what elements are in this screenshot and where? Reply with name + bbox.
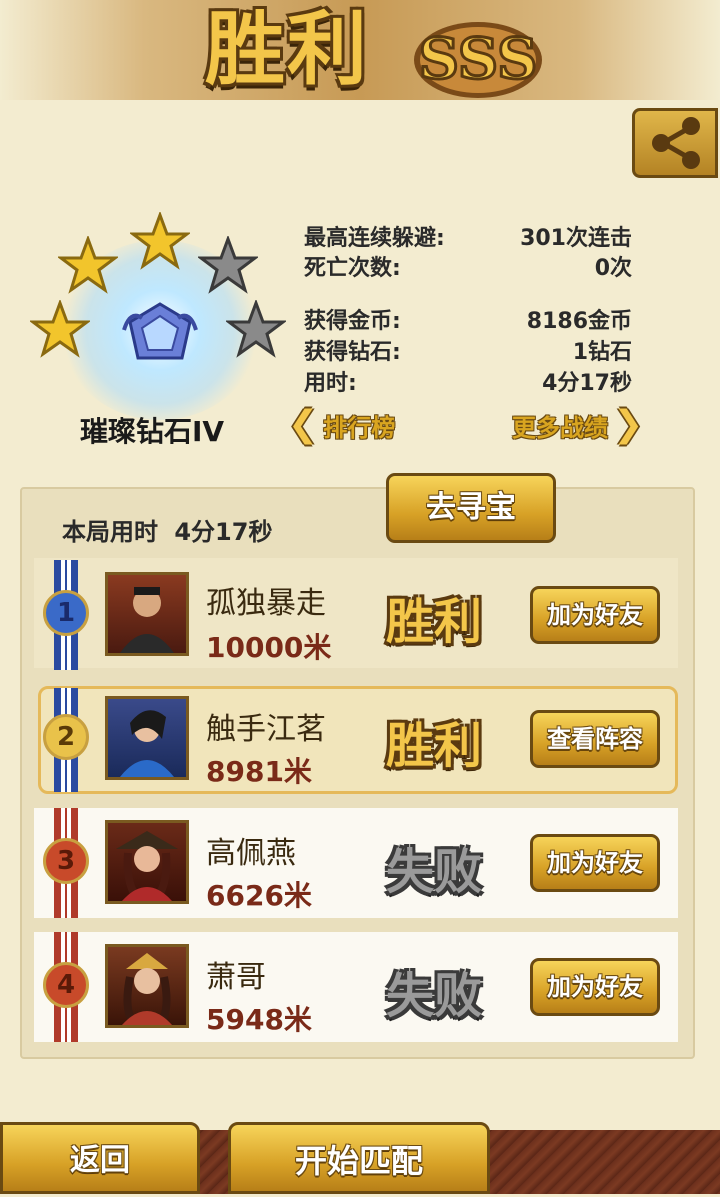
- view-lineup-button[interactable]: 查看阵容: [530, 710, 660, 768]
- match-duration: 本局用时 4分17秒: [62, 512, 272, 547]
- player-distance: 8981米: [206, 755, 312, 788]
- player-avatar[interactable]: [105, 696, 189, 780]
- grade-badge-text: SSS: [419, 26, 538, 92]
- stat-label: 最高连续躲避:: [304, 226, 445, 251]
- chevron-right-icon: ❯: [613, 404, 644, 445]
- player-name: 触手江茗: [206, 712, 326, 747]
- avatar-portrait-icon: [122, 953, 172, 1025]
- result-lose: 失败: [386, 968, 483, 1024]
- star-filled-icon: [130, 212, 190, 270]
- player-avatar[interactable]: [105, 572, 189, 656]
- duration-value: 4分17秒: [174, 518, 273, 546]
- star-filled-icon: [30, 300, 90, 358]
- avatar-portrait-icon: [120, 587, 174, 653]
- player-distance: 5948米: [206, 1003, 312, 1036]
- diamond-rank-icon: [122, 302, 198, 360]
- star-empty-icon: [226, 300, 286, 358]
- leaderboard-label: 排行榜: [323, 414, 396, 442]
- share-icon: [652, 117, 700, 169]
- result-lose: 失败: [386, 844, 483, 900]
- more-records-label: 更多战绩: [512, 414, 608, 442]
- rank-medal: 1: [43, 590, 89, 636]
- result-win: 胜利: [386, 718, 483, 774]
- add-friend-button[interactable]: 加为好友: [530, 834, 660, 892]
- player-name: 高佩燕: [206, 836, 296, 871]
- star-empty-icon: [198, 236, 258, 294]
- stat-label: 死亡次数:: [304, 256, 401, 281]
- player-avatar[interactable]: [105, 820, 189, 904]
- stat-value: 1钻石: [572, 340, 632, 365]
- stat-value: 8186金币: [526, 309, 632, 334]
- stat-value: 4分17秒: [542, 371, 632, 396]
- add-friend-button[interactable]: 加为好友: [530, 586, 660, 644]
- rank-medal: 2: [43, 714, 89, 760]
- rank-name: 璀璨钻石IV: [80, 415, 225, 448]
- rank-medal: 4: [43, 962, 89, 1008]
- avatar-portrait-icon: [120, 710, 174, 777]
- player-name: 萧哥: [206, 960, 266, 995]
- rank-medal: 3: [43, 838, 89, 884]
- victory-title: 胜利: [205, 3, 369, 96]
- add-friend-button[interactable]: 加为好友: [530, 958, 660, 1016]
- stat-label: 用时:: [304, 371, 357, 396]
- start-match-button[interactable]: 开始匹配: [228, 1122, 490, 1194]
- avatar-portrait-icon: [116, 831, 178, 901]
- leaderboard-link[interactable]: ❮ 排行榜: [288, 404, 395, 445]
- result-win: 胜利: [386, 594, 483, 650]
- player-avatar[interactable]: [105, 944, 189, 1028]
- player-distance: 10000米: [206, 631, 332, 664]
- more-records-link[interactable]: 更多战绩 ❯: [512, 404, 643, 445]
- back-button[interactable]: 返回: [0, 1122, 200, 1194]
- player-distance: 6626米: [206, 879, 312, 912]
- player-name: 孤独暴走: [206, 586, 326, 621]
- duration-label: 本局用时: [62, 518, 158, 546]
- stat-value: 301次连击: [520, 226, 632, 251]
- stat-value: 0次: [594, 256, 632, 281]
- grade-sss-badge: SSS: [414, 22, 542, 98]
- share-button[interactable]: [632, 108, 718, 178]
- chevron-left-icon: ❮: [288, 404, 319, 445]
- stat-label: 获得钻石:: [304, 340, 401, 365]
- stat-label: 获得金币:: [304, 309, 401, 334]
- treasure-hunt-button[interactable]: 去寻宝: [386, 473, 556, 543]
- star-filled-icon: [58, 236, 118, 294]
